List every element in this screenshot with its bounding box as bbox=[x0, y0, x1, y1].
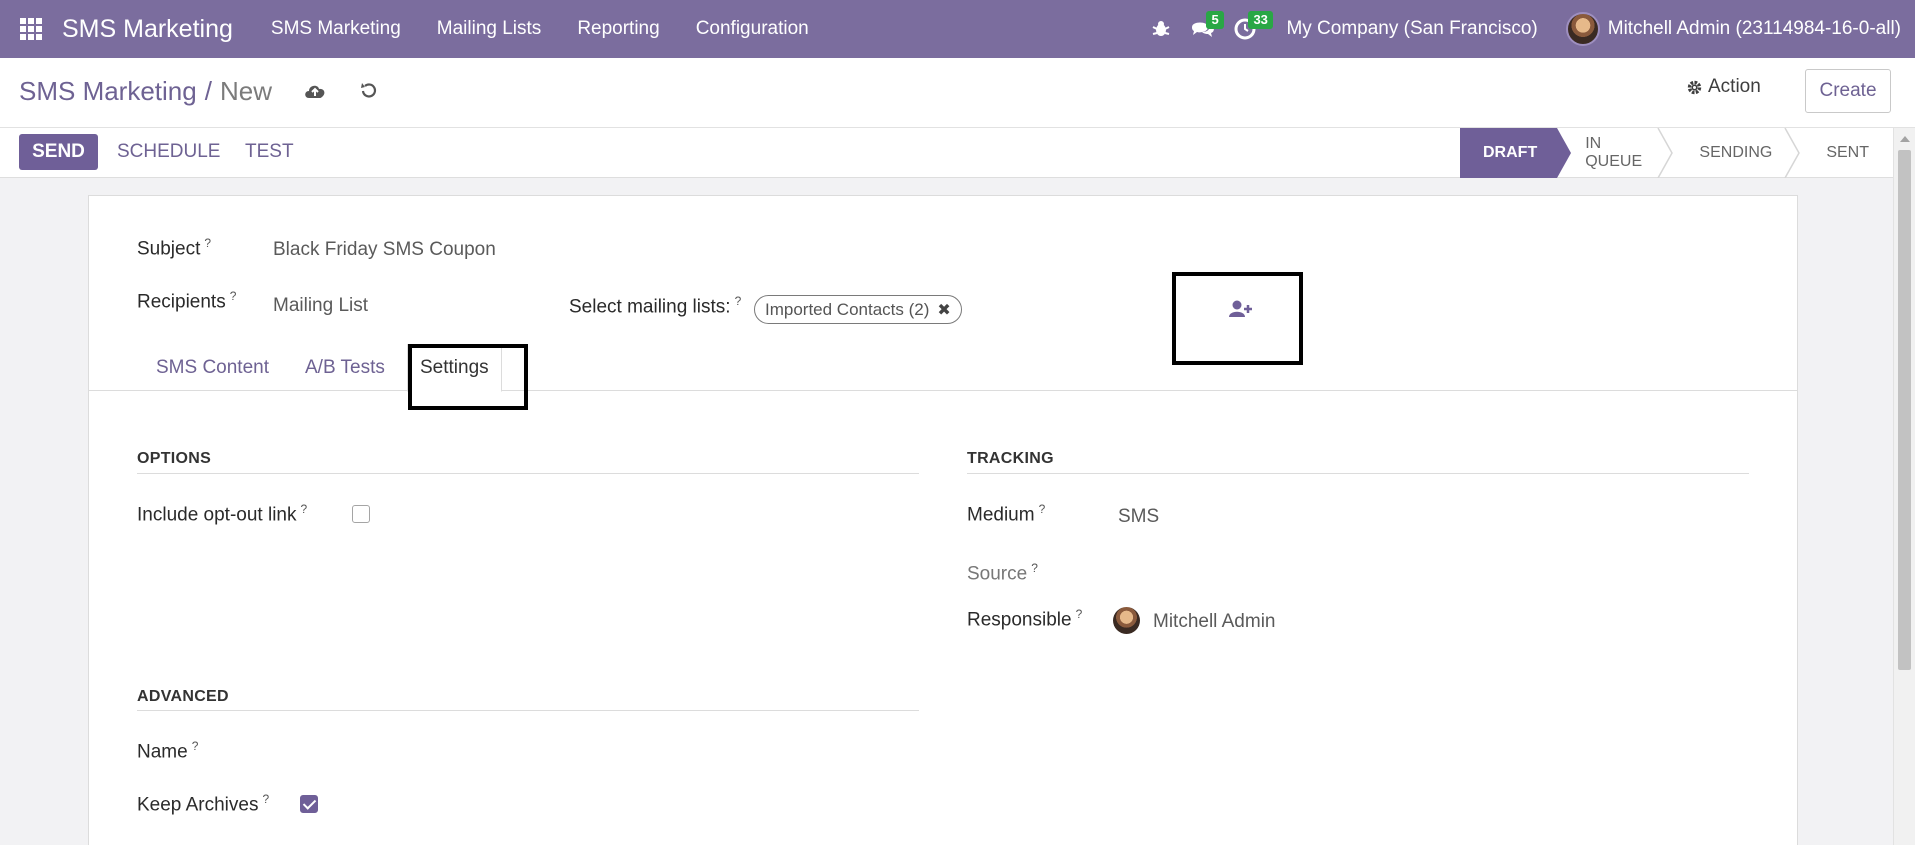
activities-count-badge: 33 bbox=[1248, 11, 1273, 29]
top-navbar: SMS Marketing SMS Marketing Mailing List… bbox=[0, 0, 1915, 58]
stage-sent[interactable]: SENT bbox=[1798, 128, 1895, 178]
subject-label: Subject? bbox=[137, 236, 212, 260]
mailing-lists-label: Select mailing lists:? bbox=[569, 294, 742, 318]
form-statusbar: SEND SCHEDULE TEST DRAFT IN QUEUE SENDIN… bbox=[0, 128, 1895, 178]
breadcrumb-parent[interactable]: SMS Marketing bbox=[19, 76, 197, 107]
company-switcher[interactable]: My Company (San Francisco) bbox=[1286, 18, 1537, 40]
stage-draft[interactable]: DRAFT bbox=[1460, 128, 1572, 178]
subject-field[interactable]: Black Friday SMS Coupon bbox=[273, 239, 496, 261]
messages-count-badge: 5 bbox=[1206, 11, 1224, 29]
keep-archives-label: Keep Archives? bbox=[137, 792, 270, 816]
advanced-divider bbox=[137, 710, 919, 711]
app-brand[interactable]: SMS Marketing bbox=[62, 15, 233, 44]
discard-undo-icon[interactable] bbox=[356, 78, 382, 104]
apps-menu-icon[interactable] bbox=[20, 18, 42, 40]
tab-sms-content[interactable]: SMS Content bbox=[156, 344, 269, 391]
recipients-field[interactable]: Mailing List bbox=[273, 295, 368, 317]
medium-label: Medium? bbox=[967, 502, 1046, 526]
medium-field[interactable]: SMS bbox=[1118, 506, 1159, 528]
action-label: Action bbox=[1708, 76, 1761, 97]
optout-label: Include opt-out link? bbox=[137, 502, 308, 526]
recipients-label: Recipients? bbox=[137, 289, 237, 313]
tab-ab-tests[interactable]: A/B Tests bbox=[305, 344, 385, 391]
advanced-section-title: ADVANCED bbox=[137, 688, 229, 705]
source-label: Source? bbox=[967, 561, 1038, 585]
menu-mailing-lists[interactable]: Mailing Lists bbox=[419, 18, 560, 40]
debug-bug-icon[interactable] bbox=[1140, 0, 1182, 58]
options-divider bbox=[137, 473, 919, 474]
remove-tag-icon[interactable]: ✖ bbox=[937, 300, 950, 320]
user-menu[interactable]: Mitchell Admin (23114984-16-0-all) bbox=[1608, 18, 1901, 40]
breadcrumb-separator: / bbox=[204, 76, 212, 106]
mailing-list-tag[interactable]: Imported Contacts (2) ✖ bbox=[754, 295, 962, 324]
breadcrumb-current: New bbox=[219, 76, 272, 106]
responsible-field[interactable]: Mitchell Admin bbox=[1153, 611, 1276, 633]
messages-icon[interactable]: 5 bbox=[1182, 0, 1224, 58]
responsible-avatar bbox=[1113, 607, 1140, 634]
stage-sending-label: SENDING bbox=[1699, 144, 1773, 161]
mailing-list-tag-label: Imported Contacts (2) bbox=[765, 299, 930, 319]
stage-pipeline: DRAFT IN QUEUE SENDING SENT bbox=[1460, 128, 1895, 178]
highlight-box-settings-tab bbox=[408, 344, 528, 410]
menu-configuration[interactable]: Configuration bbox=[678, 18, 827, 40]
scroll-up-arrow-icon[interactable] bbox=[1900, 136, 1910, 142]
stage-in-queue-label: IN QUEUE bbox=[1585, 135, 1643, 170]
save-cloud-icon[interactable] bbox=[302, 78, 328, 104]
stage-in-queue[interactable]: IN QUEUE bbox=[1557, 128, 1674, 178]
tracking-divider bbox=[967, 473, 1749, 474]
control-panel: SMS Marketing / New Action Create bbox=[0, 58, 1915, 128]
schedule-button[interactable]: SCHEDULE bbox=[117, 141, 220, 163]
responsible-label: Responsible? bbox=[967, 607, 1083, 631]
menu-sms-marketing[interactable]: SMS Marketing bbox=[253, 18, 419, 40]
create-button[interactable]: Create bbox=[1805, 69, 1891, 113]
page-scrollbar[interactable] bbox=[1893, 128, 1915, 845]
gear-icon bbox=[1687, 80, 1702, 94]
test-button[interactable]: TEST bbox=[245, 141, 294, 163]
send-button[interactable]: SEND bbox=[19, 134, 98, 170]
stage-sending[interactable]: SENDING bbox=[1671, 128, 1801, 178]
notebook-tabs: SMS Content A/B Tests Settings bbox=[89, 344, 1797, 392]
form-sheet: Subject? Black Friday SMS Coupon Recipie… bbox=[88, 195, 1798, 845]
options-section-title: OPTIONS bbox=[137, 450, 212, 467]
optout-checkbox[interactable] bbox=[352, 505, 370, 523]
menu-reporting[interactable]: Reporting bbox=[559, 18, 677, 40]
scroll-thumb[interactable] bbox=[1898, 150, 1911, 670]
breadcrumb: SMS Marketing / New bbox=[19, 76, 272, 107]
name-label: Name? bbox=[137, 739, 199, 763]
action-button[interactable]: Action bbox=[1686, 76, 1761, 98]
activities-clock-icon[interactable]: 33 bbox=[1224, 0, 1273, 58]
keep-archives-checkbox[interactable] bbox=[300, 795, 318, 813]
user-avatar[interactable] bbox=[1565, 12, 1600, 46]
add-user-icon[interactable] bbox=[1229, 299, 1253, 324]
tracking-section-title: TRACKING bbox=[967, 450, 1054, 467]
